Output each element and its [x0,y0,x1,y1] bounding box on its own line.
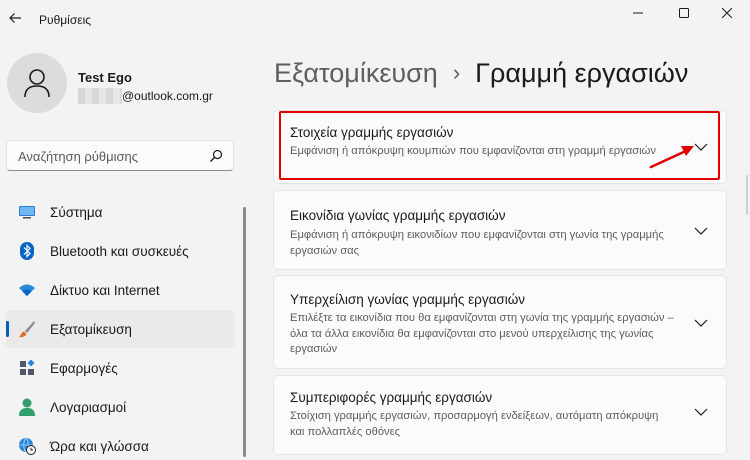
account-icon [18,398,36,416]
card-title: Συμπεριφορές γραμμής εργασιών [290,390,493,405]
close-button[interactable] [704,0,750,26]
annotation-arrow-icon [649,146,694,169]
card-taskbar-behaviors[interactable]: Συμπεριφορές γραμμής εργασιών Στοίχιση γ… [273,375,727,455]
paintbrush-icon [18,321,36,338]
card-taskbar-corner-icons[interactable]: Εικονίδια γωνίας γραμμής εργασιών Εμφάνι… [273,190,727,270]
card-title: Εικονίδια γωνίας γραμμής εργασιών [290,208,506,223]
card-title: Στοιχεία γραμμής εργασιών [290,125,454,140]
card-description: Εμφάνιση ή απόκρυψη κουμπιών που εμφανίζ… [290,145,656,157]
clock-globe-icon [18,437,36,455]
user-avatar-icon [24,69,50,98]
sidebar-item-network[interactable]: Δίκτυο και Internet [6,271,234,309]
breadcrumb-separator: › [452,60,461,85]
card-description: Εμφάνιση ή απόκρυψη εικονιδίων που εμφαν… [290,229,664,257]
sidebar-item-label: Bluetooth και συσκευές [50,243,189,259]
content-scrollbar[interactable] [746,175,748,215]
monitor-icon [18,204,36,220]
breadcrumb-parent[interactable]: Εξατομίκευση [274,58,438,89]
title-bar: Ρυθμίσεις [0,0,750,40]
sidebar-item-time-language[interactable]: Ώρα και γλώσσα [6,427,234,460]
sidebar-item-label: Ώρα και γλώσσα [50,438,149,454]
sidebar-nav: Σύστημα Bluetooth και συσκευές Δίκτυο κα… [6,193,234,460]
breadcrumb: Εξατομίκευση › Γραμμή εργασιών [274,55,688,91]
sidebar-item-system[interactable]: Σύστημα [6,193,234,231]
close-icon [722,8,732,18]
bluetooth-icon [18,242,36,260]
search-input[interactable]: Αναζήτηση ρύθμισης [6,140,234,171]
back-arrow-icon [9,13,21,23]
email-redaction [78,88,122,104]
active-indicator [6,321,9,337]
chevron-down-icon[interactable] [694,408,708,417]
wifi-icon [18,282,36,298]
maximize-icon [679,8,689,18]
sidebar-scrollbar[interactable] [243,207,246,457]
apps-icon [18,360,36,376]
sidebar-item-label: Λογαριασμοί [50,399,127,415]
search-placeholder: Αναζήτηση ρύθμισης [18,149,139,164]
sidebar-item-accounts[interactable]: Λογαριασμοί [6,388,234,426]
card-description: Επιλέξτε τα εικονίδια που θα εμφανίζοντα… [290,312,674,355]
avatar[interactable] [7,53,67,113]
chevron-down-icon[interactable] [694,319,708,328]
user-name: Test Ego [78,70,132,85]
minimize-icon [633,12,643,14]
sidebar-item-label: Εφαρμογές [50,360,118,376]
sidebar-item-apps[interactable]: Εφαρμογές [6,349,234,387]
card-description: Στοίχιση γραμμής εργασιών, προσαρμογή εν… [290,410,659,438]
card-taskbar-corner-overflow[interactable]: Υπερχείλιση γωνίας γραμμής εργασιών Επιλ… [273,275,727,369]
email-domain: @outlook.com.gr [122,89,213,103]
user-email: @outlook.com.gr [78,88,213,104]
sidebar-item-bluetooth[interactable]: Bluetooth και συσκευές [6,232,234,270]
card-title: Υπερχείλιση γωνίας γραμμής εργασιών [290,292,525,307]
sidebar-item-label: Εξατομίκευση [50,321,132,337]
sidebar-item-label: Σύστημα [50,204,103,220]
minimize-button[interactable] [615,0,661,26]
back-button[interactable] [4,6,26,30]
chevron-down-icon[interactable] [694,227,708,236]
app-title: Ρυθμίσεις [39,13,92,27]
page-title: Γραμμή εργασιών [475,57,689,88]
maximize-button[interactable] [661,0,707,26]
chevron-down-icon[interactable] [694,143,708,152]
search-icon[interactable] [209,149,223,163]
sidebar-item-label: Δίκτυο και Internet [50,282,160,298]
sidebar-item-personalization[interactable]: Εξατομίκευση [6,310,234,348]
